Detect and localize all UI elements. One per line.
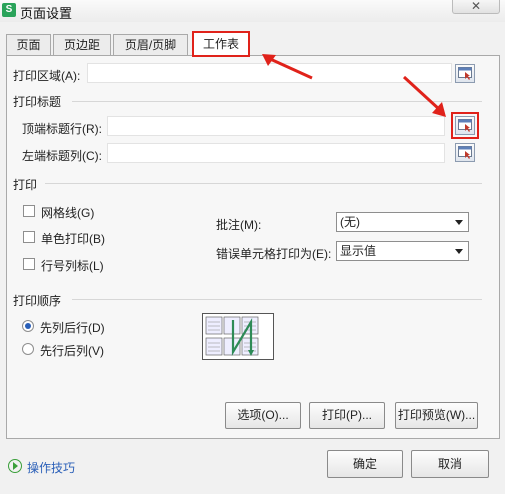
print-area-input[interactable] [87, 63, 452, 83]
comments-select[interactable]: (无) [336, 212, 469, 232]
over-then-down-label: 先行后列(V) [40, 344, 104, 358]
tab-margins[interactable]: 页边距 [53, 34, 111, 56]
print-preview-button[interactable]: 打印预览(W)... [395, 402, 478, 429]
range-select-icon [458, 67, 472, 80]
left-cols-range-picker[interactable] [455, 143, 475, 162]
print-titles-divider [72, 101, 482, 102]
comments-label: 批注(M): [216, 218, 262, 232]
down-then-over-radio[interactable] [22, 320, 34, 332]
cancel-button[interactable]: 取消 [411, 450, 489, 478]
left-cols-input[interactable] [107, 143, 445, 163]
gridlines-label: 网格线(G) [41, 206, 95, 220]
tab-sheet[interactable]: 工作表 [192, 31, 250, 57]
row-col-headings-checkbox[interactable] [23, 258, 35, 270]
ok-button[interactable]: 确定 [327, 450, 403, 478]
page-order-diagram-icon [205, 316, 259, 356]
dialog-title: 页面设置 [20, 6, 73, 21]
print-titles-heading: 打印标题 [13, 95, 62, 109]
page-setup-dialog: S 页面设置 ✕ 页面 页边距 页眉/页脚 工作表 打印区域(A): 打印标题 … [0, 0, 505, 494]
top-rows-range-picker[interactable] [451, 112, 479, 139]
down-then-over-label: 先列后行(D) [40, 321, 105, 335]
print-button[interactable]: 打印(P)... [309, 402, 385, 429]
print-area-label: 打印区域(A): [13, 69, 81, 83]
chevron-down-icon [455, 249, 463, 254]
play-tips-icon[interactable] [8, 459, 22, 473]
row-col-headings-label: 行号列标(L) [41, 259, 104, 273]
over-then-down-radio[interactable] [22, 343, 34, 355]
top-rows-input[interactable] [107, 116, 445, 136]
tips-link[interactable]: 操作技巧 [27, 459, 75, 476]
tab-page[interactable]: 页面 [6, 34, 51, 56]
options-button[interactable]: 选项(O)... [225, 402, 301, 429]
left-cols-label: 左端标题列(C): [22, 149, 102, 163]
print-divider [45, 183, 482, 184]
mono-print-checkbox[interactable] [23, 231, 35, 243]
mono-print-label: 单色打印(B) [41, 232, 105, 246]
title-bar: S 页面设置 ✕ [0, 0, 505, 22]
cell-errors-select-value: 显示值 [340, 244, 377, 258]
cell-errors-select[interactable]: 显示值 [336, 241, 469, 261]
top-rows-label: 顶端标题行(R): [22, 122, 102, 136]
app-logo-icon: S [2, 3, 16, 17]
chevron-down-icon [455, 220, 463, 225]
page-order-divider [72, 299, 482, 300]
close-button[interactable]: ✕ [452, 0, 500, 14]
page-order-heading: 打印顺序 [13, 294, 62, 308]
print-heading: 打印 [13, 178, 38, 192]
cell-errors-label: 错误单元格打印为(E): [216, 247, 332, 261]
range-select-icon [458, 146, 472, 159]
print-area-range-picker[interactable] [455, 64, 475, 83]
range-select-icon [458, 119, 472, 132]
gridlines-checkbox[interactable] [23, 205, 35, 217]
page-order-preview [202, 313, 274, 360]
tab-header-footer[interactable]: 页眉/页脚 [113, 34, 188, 56]
comments-select-value: (无) [340, 215, 360, 229]
